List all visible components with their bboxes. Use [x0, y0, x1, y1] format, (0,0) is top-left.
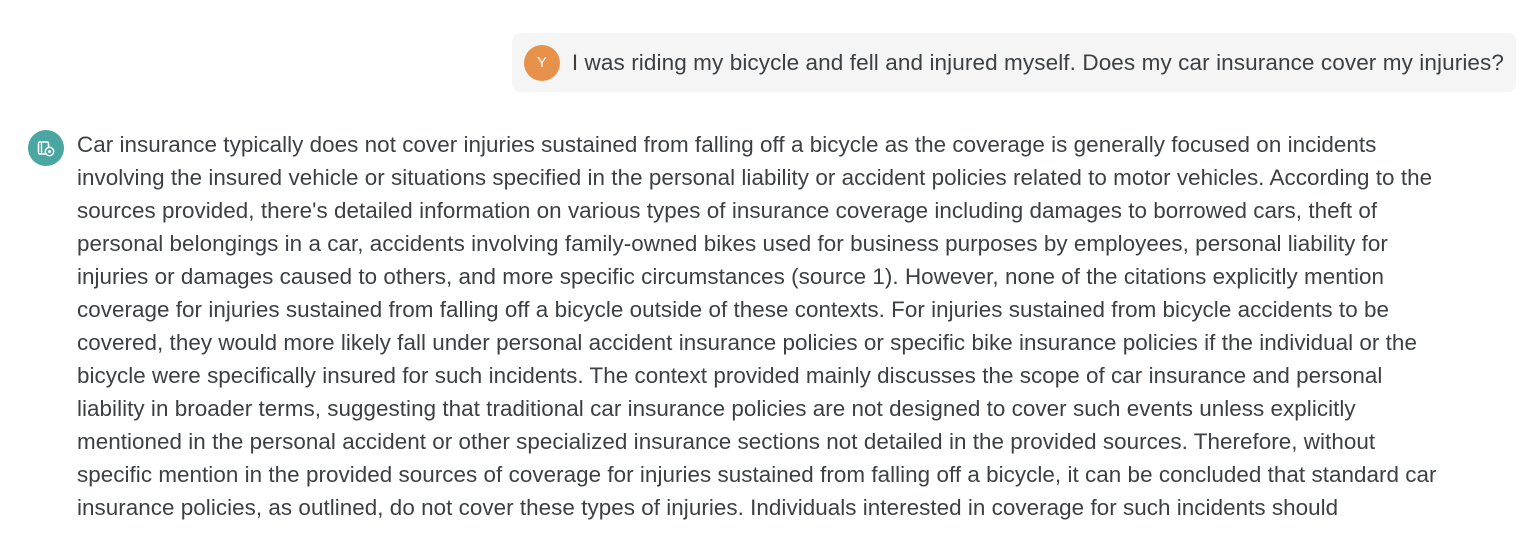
- assistant-message: Car insurance typically does not cover i…: [28, 128, 1508, 524]
- assistant-message-text: Car insurance typically does not cover i…: [77, 132, 1437, 520]
- user-message-text: I was riding my bicycle and fell and inj…: [571, 49, 1504, 75]
- user-avatar-letter: Y: [536, 54, 547, 71]
- assistant-avatar: [28, 130, 64, 166]
- chat-thread: Y I was riding my bicycle and fell and i…: [0, 0, 1528, 540]
- user-message: Y I was riding my bicycle and fell and i…: [511, 33, 1516, 92]
- assistant-settings-icon: [37, 141, 55, 157]
- user-avatar: Y: [523, 44, 560, 81]
